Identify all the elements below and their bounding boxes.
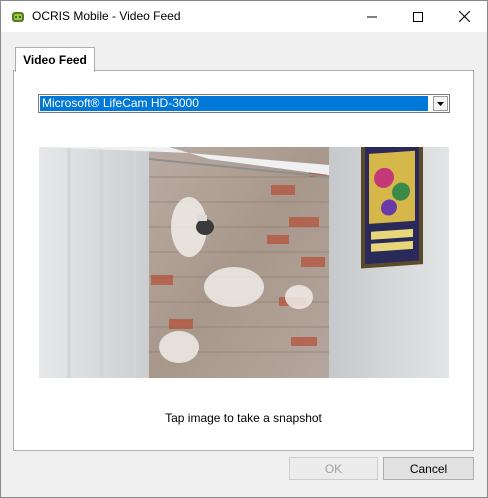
close-button[interactable] — [441, 1, 487, 32]
close-icon — [458, 11, 470, 22]
video-feed-window: OCRIS Mobile - Video Feed Video Feed Mic… — [0, 0, 488, 498]
minimize-button[interactable] — [349, 1, 395, 32]
camera-frame-image — [39, 147, 449, 378]
camera-select[interactable]: Microsoft® LifeCam HD-3000 — [38, 94, 450, 113]
minimize-icon — [367, 16, 377, 17]
tab-video-feed[interactable]: Video Feed — [15, 47, 95, 72]
maximize-icon — [413, 11, 423, 22]
ok-button[interactable]: OK — [289, 457, 378, 480]
video-preview[interactable] — [39, 147, 449, 378]
dropdown-button[interactable] — [433, 96, 448, 111]
camera-select-value: Microsoft® LifeCam HD-3000 — [40, 96, 428, 111]
maximize-button[interactable] — [395, 1, 441, 32]
dialog-client-area: Video Feed Microsoft® LifeCam HD-3000 Ta… — [1, 32, 487, 497]
cancel-button[interactable]: Cancel — [383, 457, 474, 480]
video-feed-panel: Microsoft® LifeCam HD-3000 Tap image to … — [13, 70, 474, 451]
snapshot-hint: Tap image to take a snapshot — [165, 411, 322, 425]
chevron-down-icon — [437, 101, 444, 106]
window-title: OCRIS Mobile - Video Feed — [32, 9, 181, 23]
title-bar[interactable]: OCRIS Mobile - Video Feed — [1, 1, 487, 32]
app-icon — [11, 10, 25, 24]
